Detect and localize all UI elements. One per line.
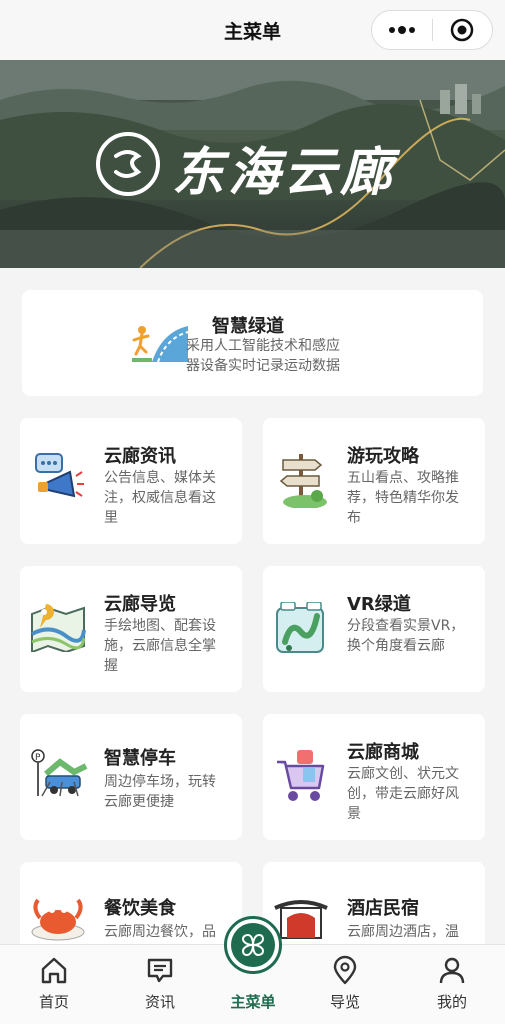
- tab-navigation[interactable]: 导览: [305, 945, 385, 1024]
- card-description: 手绘地图、配套设施，云廊信息全掌握: [104, 618, 216, 674]
- shopping-cart-icon: [277, 750, 325, 801]
- runner-greenway-icon: [132, 326, 189, 363]
- user-icon: [439, 957, 465, 984]
- parking-car-icon: P: [31, 749, 88, 797]
- card-title: 云廊商城: [347, 742, 419, 763]
- card-description: 云廊文创、状元文创，带走云廊好风景: [347, 766, 459, 822]
- card-title: 酒店民宿: [347, 898, 419, 919]
- tab-home[interactable]: 首页: [14, 945, 94, 1024]
- tab-label: 资讯: [144, 993, 175, 1011]
- tab-news[interactable]: 资讯: [120, 945, 200, 1024]
- tab-label: 我的: [436, 993, 467, 1011]
- brand-logo-icon: [96, 132, 160, 196]
- card-description: 分段查看实景VR，换个角度看云廊: [347, 618, 465, 654]
- more-button[interactable]: [372, 11, 432, 49]
- megaphone-icon: [35, 453, 84, 498]
- tab-profile[interactable]: 我的: [412, 945, 492, 1024]
- card-description: 云廊周边酒店，温: [347, 924, 459, 940]
- card-title: 云廊资讯: [104, 446, 176, 467]
- chinese-house-icon: [274, 900, 328, 939]
- card-description: 云廊周边餐饮，品: [104, 924, 216, 940]
- card-title: 智慧绿道: [212, 316, 284, 337]
- main-menu-center-button[interactable]: [224, 916, 282, 974]
- top-navbar: 主菜单: [0, 0, 505, 60]
- card-title: 餐饮美食: [104, 898, 176, 919]
- tab-label: 主菜单: [230, 993, 276, 1011]
- mall-card[interactable]: 云廊商城 云廊文创、状元文创，带走云廊好风景: [263, 714, 485, 840]
- card-description: 周边停车场，玩转云廊更便捷: [104, 774, 216, 810]
- location-icon: [333, 955, 357, 985]
- smart-greenway-card[interactable]: 智慧绿道 采用人工智能技术和感应器设备实时记录运动数据: [22, 290, 483, 396]
- message-icon: [147, 958, 173, 983]
- center-button-inner: [231, 923, 275, 967]
- miniprogram-capsule: [371, 10, 493, 50]
- close-button[interactable]: [433, 11, 493, 49]
- vr-map-icon: [276, 602, 324, 653]
- card-description: 五山看点、攻略推荐，特色精华你发布: [347, 470, 459, 526]
- page-title: 主菜单: [223, 20, 281, 43]
- more-dots-icon: [388, 26, 415, 34]
- banner[interactable]: 东海云廊: [0, 60, 505, 268]
- vr-greenway-card[interactable]: VR绿道 分段查看实景VR，换个角度看云廊: [263, 566, 485, 692]
- map-guide-card[interactable]: 云廊导览 手绘地图、配套设施，云廊信息全掌握: [20, 566, 242, 692]
- smart-parking-card[interactable]: P 智慧停车 周边停车场，玩转云廊更便捷: [20, 714, 242, 840]
- card-title: 云廊导览: [104, 594, 176, 615]
- card-description: 采用人工智能技术和感应器设备实时记录运动数据: [186, 338, 340, 374]
- tab-label: 首页: [38, 993, 69, 1011]
- card-title: VR绿道: [347, 594, 411, 615]
- close-target-icon: [451, 18, 474, 42]
- card-title: 游玩攻略: [347, 446, 419, 467]
- svg-text:P: P: [35, 753, 41, 763]
- brand-name: 东海云廊: [172, 142, 397, 203]
- guide-card[interactable]: 游玩攻略 五山看点、攻略推荐，特色精华你发布: [263, 418, 485, 544]
- home-icon: [41, 957, 67, 984]
- news-card[interactable]: 云廊资讯 公告信息、媒体关注，权威信息看这里: [20, 418, 242, 544]
- crab-icon: [31, 898, 85, 941]
- folded-map-icon: [31, 604, 86, 652]
- signpost-icon: [279, 454, 327, 508]
- menu-icon: [241, 933, 265, 957]
- card-title: 智慧停车: [104, 748, 176, 769]
- card-description: 公告信息、媒体关注，权威信息看这里: [104, 470, 216, 526]
- tab-label: 导览: [329, 993, 360, 1011]
